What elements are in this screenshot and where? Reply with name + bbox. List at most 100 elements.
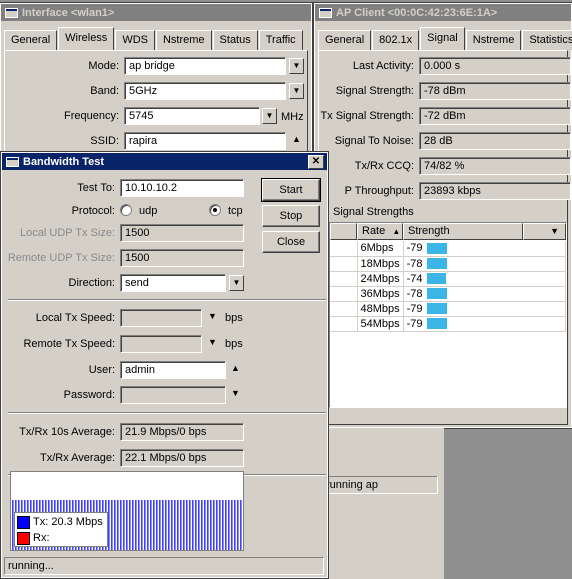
tx-signal-strength-value: -72 dBm <box>419 107 571 125</box>
tx-graph-bar <box>168 500 170 550</box>
strength-bar <box>426 318 447 330</box>
mode-label: Mode: <box>88 60 119 72</box>
strength-value: -79 <box>406 302 423 315</box>
rx-legend-label: Rx: <box>33 532 50 544</box>
row-blank-cell <box>330 271 358 287</box>
tab-nstreme[interactable]: Nstreme <box>155 30 212 50</box>
user-expand-icon[interactable]: ▲ <box>231 363 240 373</box>
close-button[interactable]: Close <box>262 231 320 253</box>
strength-cell: -78 <box>403 256 567 272</box>
local-tx-speed-unit: bps <box>225 312 243 324</box>
tab-status[interactable]: Status <box>212 30 258 50</box>
remote-tx-speed-input[interactable] <box>120 335 202 353</box>
band-select[interactable]: 5GHz <box>124 82 286 100</box>
column-header-rate[interactable]: Rate ▲ <box>357 223 403 240</box>
table-row[interactable]: 48Mbps -79 <box>330 301 567 317</box>
udp-radio[interactable] <box>120 204 132 216</box>
password-dropdown-icon[interactable]: ▼ <box>231 388 240 398</box>
signal-strength-label: Signal Strength: <box>335 85 414 97</box>
rate-cell: 48Mbps <box>357 301 404 317</box>
ssid-expand-icon[interactable]: ▲ <box>292 134 301 144</box>
tx-graph-bar <box>123 500 125 550</box>
local-tx-speed-dropdown-icon[interactable]: ▼ <box>208 311 217 321</box>
sort-asc-icon: ▲ <box>392 227 401 236</box>
avg10-label: Tx/Rx 10s Average: <box>19 426 115 438</box>
direction-dropdown-button[interactable]: ▼ <box>229 275 244 291</box>
local-tx-speed-input[interactable] <box>120 309 202 327</box>
table-row[interactable]: 6Mbps -79 <box>330 241 567 257</box>
row-blank-cell <box>330 301 358 317</box>
tx-graph-bar <box>156 500 158 550</box>
window-icon <box>6 156 19 167</box>
tab-8021x[interactable]: 802.1x <box>372 30 420 50</box>
tab-signal[interactable]: Signal <box>420 27 465 50</box>
mode-select[interactable]: ap bridge <box>124 57 286 75</box>
rate-header-label: Rate <box>362 225 386 237</box>
password-input[interactable] <box>120 386 226 404</box>
direction-select[interactable]: send <box>120 274 226 292</box>
mode-dropdown-button[interactable]: ▼ <box>289 58 304 74</box>
test-to-input[interactable]: 10.10.10.2 <box>120 179 244 197</box>
tx-graph-bar <box>126 500 128 550</box>
tab-wireless[interactable]: Wireless <box>58 27 115 50</box>
interface-titlebar[interactable]: Interface <wlan1> <box>1 4 311 21</box>
divider <box>8 299 326 301</box>
avg10-value: 21.9 Mbps/0 bps <box>120 423 244 441</box>
direction-label: Direction: <box>68 277 115 289</box>
table-row[interactable]: 18Mbps -78 <box>330 256 567 272</box>
tcp-radio[interactable] <box>209 204 221 216</box>
signal-strength-value: -78 dBm <box>419 82 571 100</box>
apclient-titlebar[interactable]: AP Client <00:0C:42:23:6E:1A> <box>315 4 571 21</box>
stop-button[interactable]: Stop <box>262 205 320 227</box>
tx-graph-bar <box>180 500 182 550</box>
tx-graph-bar <box>132 500 134 550</box>
table-row[interactable]: 36Mbps -78 <box>330 286 567 302</box>
tab-general[interactable]: General <box>4 30 58 50</box>
tx-graph-bar <box>135 500 137 550</box>
tab-traffic[interactable]: Traffic <box>258 30 303 50</box>
start-button[interactable]: Start <box>261 178 321 202</box>
tx-graph-bar <box>198 500 200 550</box>
strength-bar <box>426 242 447 254</box>
tx-graph-bar <box>231 500 233 550</box>
tx-graph-bar <box>150 500 152 550</box>
rx-legend-swatch <box>17 531 30 545</box>
tab-statistics[interactable]: Statistics <box>522 30 572 50</box>
ccq-label: Tx/Rx CCQ: <box>354 160 414 172</box>
tx-graph-bar <box>129 500 131 550</box>
tab-general[interactable]: General <box>318 30 372 50</box>
remote-tx-speed-dropdown-icon[interactable]: ▼ <box>208 337 217 347</box>
tx-signal-strength-label: Tx Signal Strength: <box>320 110 414 122</box>
tcp-label: tcp <box>228 205 243 217</box>
avg-label: Tx/Rx Average: <box>40 452 115 464</box>
signal-strengths-group-label: Signal Strengths <box>333 206 414 218</box>
frequency-dropdown-button[interactable]: ▼ <box>262 108 277 124</box>
column-menu-button[interactable]: ▼ <box>523 223 566 240</box>
apclient-lower-panel <box>314 428 444 579</box>
bandwidth-titlebar[interactable]: Bandwidth Test ✕ <box>2 153 327 170</box>
remote-udp-size-label: Remote UDP Tx Size: <box>7 252 115 264</box>
ssid-input[interactable]: rapira <box>124 132 286 150</box>
strength-value: -79 <box>406 242 423 255</box>
column-header-strength[interactable]: Strength <box>403 223 523 240</box>
local-udp-size-input: 1500 <box>120 224 244 242</box>
table-row[interactable]: 54Mbps -79 <box>330 316 567 332</box>
protocol-label: Protocol: <box>71 205 115 217</box>
local-tx-speed-label: Local Tx Speed: <box>35 312 115 324</box>
tx-graph-bar <box>183 500 185 550</box>
close-icon[interactable]: ✕ <box>308 155 324 169</box>
window-icon <box>319 7 332 18</box>
apclient-status-bar: running ap <box>322 476 438 494</box>
tx-graph-bar <box>153 500 155 550</box>
tab-nstreme[interactable]: Nstreme <box>465 30 522 50</box>
row-blank-cell <box>330 241 358 257</box>
table-row[interactable]: 24Mbps -74 <box>330 271 567 287</box>
row-blank-cell <box>330 316 358 332</box>
tx-graph-bar <box>210 500 212 550</box>
user-input[interactable]: admin <box>120 361 226 379</box>
band-dropdown-button[interactable]: ▼ <box>289 83 304 99</box>
frequency-select[interactable]: 5745 <box>124 107 260 125</box>
rate-cell: 36Mbps <box>357 286 404 302</box>
divider <box>8 412 326 414</box>
tab-wds[interactable]: WDS <box>115 30 155 50</box>
